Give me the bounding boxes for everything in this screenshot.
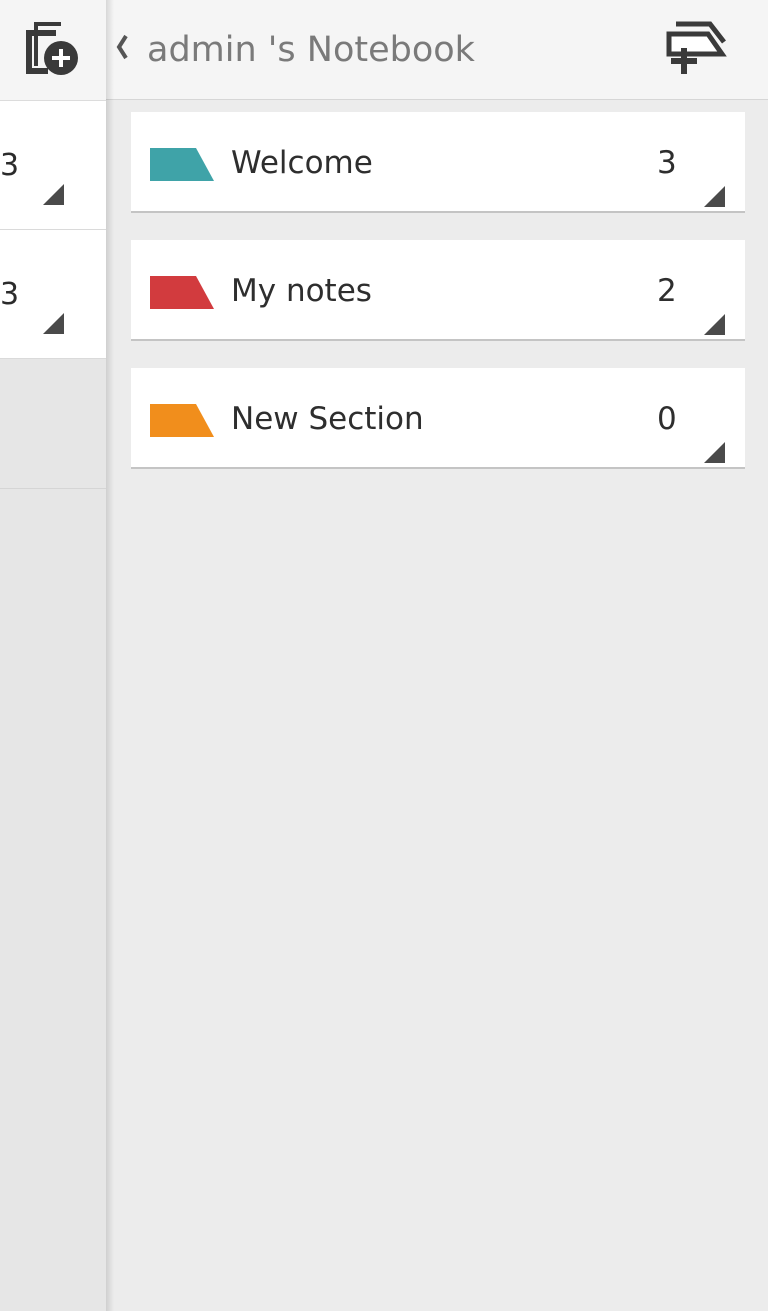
section-item-new-section[interactable]: New Section 0 [131,368,745,469]
new-page-icon [26,22,78,75]
section-name: Welcome [231,145,373,181]
corner-triangle-icon [704,442,725,463]
left-item-count: 3 [0,277,20,312]
corner-triangle-icon [704,314,725,335]
left-list-item[interactable]: 3 [0,101,106,230]
section-name: New Section [231,401,424,437]
new-page-button[interactable] [22,18,84,80]
add-section-icon[interactable] [666,20,732,78]
section-count: 3 [657,145,677,181]
notebook-list-pane: 3 3 [0,0,106,1311]
section-item-my-notes[interactable]: My notes 2 [131,240,745,341]
app-screen: 3 3 admin 's Notebook Welcome 3 My notes… [0,0,768,1311]
sections-header: admin 's Notebook [106,0,768,100]
corner-triangle-icon [43,184,64,205]
pane-shadow [106,0,114,1311]
section-count: 2 [657,273,677,309]
chevron-left-icon[interactable] [114,32,130,62]
section-color-tab-icon [150,276,214,309]
section-name: My notes [231,273,372,309]
left-item-count: 3 [0,148,20,183]
left-list-item[interactable]: 3 [0,230,106,359]
notebook-title: admin 's Notebook [147,30,475,70]
section-count: 0 [657,401,677,437]
left-empty-row [0,360,106,489]
section-color-tab-icon [150,148,214,181]
corner-triangle-icon [43,313,64,334]
left-pane-header [0,0,106,101]
section-item-welcome[interactable]: Welcome 3 [131,112,745,213]
corner-triangle-icon [704,186,725,207]
section-color-tab-icon [150,404,214,437]
